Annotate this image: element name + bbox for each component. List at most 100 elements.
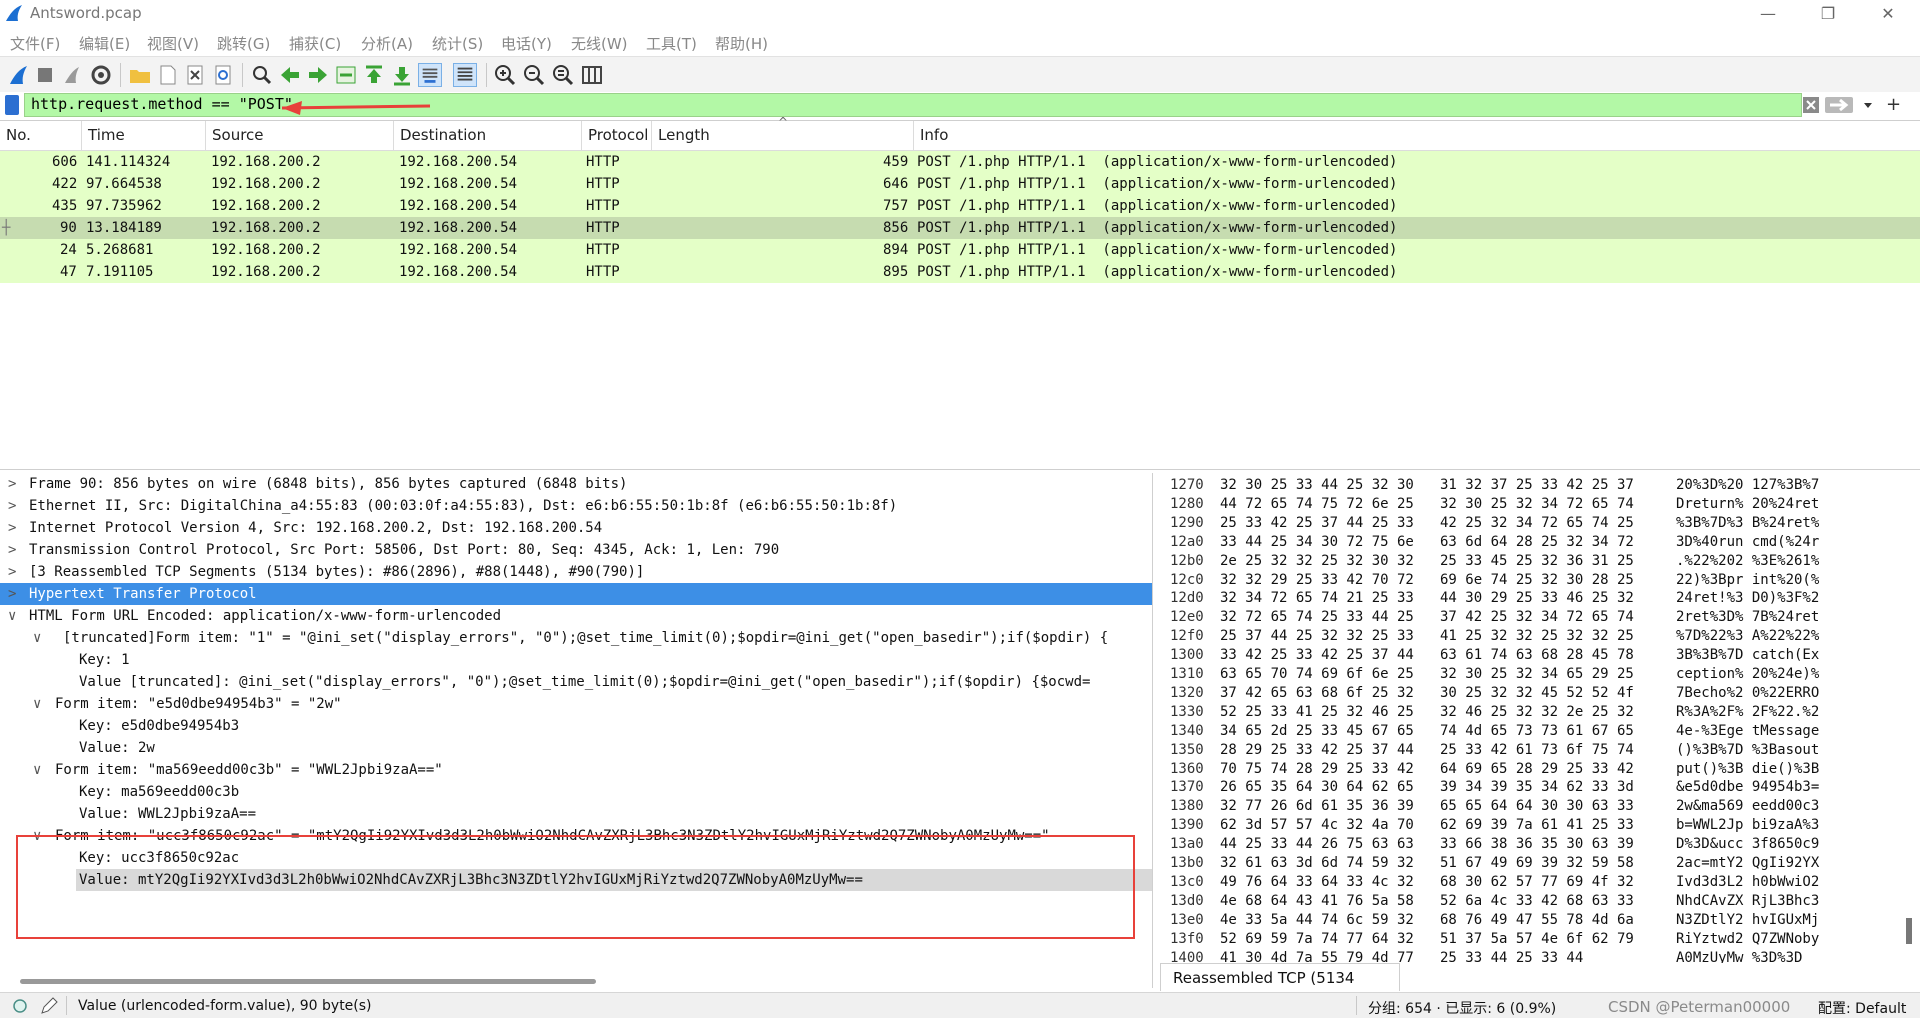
resize-columns-icon[interactable] xyxy=(580,63,604,87)
menu-tools[interactable]: 工具(T) xyxy=(646,33,697,54)
go-back-icon[interactable] xyxy=(278,63,302,87)
menu-analyze[interactable]: 分析(A) xyxy=(361,33,413,54)
last-packet-icon[interactable] xyxy=(390,63,414,87)
expand-arrow-icon[interactable]: > xyxy=(8,476,16,492)
hex-dump-row[interactable]: 1400 41 30 4d 7a 55 79 4d 77 25 33 44 25 3… xyxy=(1158,949,1920,964)
minimize-button[interactable]: — xyxy=(1748,2,1788,26)
expand-arrow-icon[interactable]: > xyxy=(8,520,16,536)
open-file-icon[interactable] xyxy=(128,63,152,87)
column-header-destination[interactable]: Destination xyxy=(394,121,582,150)
zoom-in-icon[interactable] xyxy=(493,63,517,87)
packet-row[interactable]: 24 5.268681 192.168.200.2 192.168.200.54… xyxy=(0,239,1920,261)
bytes-tab-reassembled-tcp[interactable]: Reassembled TCP (5134 bytes) xyxy=(1160,963,1400,1015)
tree-item-form-item-1[interactable]: ∨ [truncated]Form item: "1" = "@ini_set("… xyxy=(0,627,1152,649)
tree-item-form-item-3[interactable]: ∨ Form item: "ma569eedd00c3b" = "WWL2Jpbi… xyxy=(0,759,1152,781)
tree-item-frame[interactable]: > Frame 90: 856 bytes on wire (6848 bits)… xyxy=(0,473,1152,495)
colorize-icon[interactable] xyxy=(453,63,477,87)
hex-dump-row[interactable]: 12b0 2e 25 32 32 25 32 30 32 25 33 45 25 3… xyxy=(1158,552,1920,571)
hex-dump-row[interactable]: 1300 33 42 25 33 42 25 37 44 63 61 74 63 6… xyxy=(1158,646,1920,665)
menu-telephony[interactable]: 电话(Y) xyxy=(501,33,552,54)
hex-dump-row[interactable]: 1360 70 75 74 28 29 25 33 42 64 69 65 28 2… xyxy=(1158,760,1920,779)
menu-go[interactable]: 跳转(G) xyxy=(217,33,270,54)
menu-statistics[interactable]: 统计(S) xyxy=(432,33,483,54)
add-filter-button[interactable]: + xyxy=(1886,95,1901,115)
tree-item-reassembled[interactable]: > [3 Reassembled TCP Segments (5134 bytes… xyxy=(0,561,1152,583)
close-window-button[interactable]: ✕ xyxy=(1868,2,1908,26)
hex-dump-row[interactable]: 1310 63 65 70 74 69 6f 6e 25 32 30 25 32 3… xyxy=(1158,665,1920,684)
hex-dump-row[interactable]: 1330 52 25 33 41 25 32 46 25 32 46 25 32 3… xyxy=(1158,703,1920,722)
hex-dump-row[interactable]: 1280 44 72 65 74 75 72 6e 25 32 30 25 32 3… xyxy=(1158,495,1920,514)
hex-dump-row[interactable]: 1380 32 77 26 6d 61 35 36 39 65 65 64 64 3… xyxy=(1158,797,1920,816)
tree-item-value[interactable]: Value [truncated]: @ini_set("display_err… xyxy=(0,671,1152,693)
hex-dump-row[interactable]: 1350 28 29 25 33 42 25 37 44 25 33 42 61 7… xyxy=(1158,741,1920,760)
zoom-out-icon[interactable] xyxy=(522,63,546,87)
display-filter-input[interactable]: http.request.method == "POST" xyxy=(24,93,1802,117)
start-capture-icon[interactable] xyxy=(6,63,30,87)
go-forward-icon[interactable] xyxy=(306,63,330,87)
tree-item-key[interactable]: Key: e5d0dbe94954b3 xyxy=(0,715,1152,737)
hex-dump-row[interactable]: 1290 25 33 42 25 37 44 25 33 42 25 32 34 7… xyxy=(1158,514,1920,533)
column-header-info[interactable]: Info xyxy=(914,121,1920,150)
zoom-normal-icon[interactable] xyxy=(551,63,575,87)
expand-arrow-icon[interactable]: > xyxy=(8,586,16,602)
hex-dump-row[interactable]: 1370 26 65 35 64 30 64 62 65 39 34 39 35 3… xyxy=(1158,778,1920,797)
tree-item-tcp[interactable]: > Transmission Control Protocol, Src Port… xyxy=(0,539,1152,561)
maximize-button[interactable]: ❐ xyxy=(1808,2,1848,26)
first-packet-icon[interactable] xyxy=(362,63,386,87)
bytes-vertical-scrollbar[interactable] xyxy=(1906,918,1912,944)
tree-item-key[interactable]: Key: 1 xyxy=(0,649,1152,671)
menu-help[interactable]: 帮助(H) xyxy=(715,33,768,54)
filter-history-dropdown-icon[interactable] xyxy=(1861,95,1875,115)
reload-icon[interactable] xyxy=(211,63,235,87)
tree-item-ipv4[interactable]: > Internet Protocol Version 4, Src: 192.1… xyxy=(0,517,1152,539)
tree-item-value[interactable]: Value: 2w xyxy=(0,737,1152,759)
hex-dump-row[interactable]: 12d0 32 34 72 65 74 21 25 33 44 30 29 25 3… xyxy=(1158,589,1920,608)
capture-options-icon[interactable] xyxy=(89,63,113,87)
find-packet-icon[interactable] xyxy=(250,63,274,87)
tree-item-form-encoded[interactable]: ∨ HTML Form URL Encoded: application/x-ww… xyxy=(0,605,1152,627)
hex-dump-row[interactable]: 13d0 4e 68 64 43 41 76 5a 58 52 6a 4c 33 4… xyxy=(1158,892,1920,911)
hex-dump-row[interactable]: 1340 34 65 2d 25 33 45 67 65 74 4d 65 73 7… xyxy=(1158,722,1920,741)
expert-info-icon[interactable] xyxy=(12,998,28,1014)
collapse-arrow-icon[interactable]: ∨ xyxy=(33,762,41,778)
collapse-arrow-icon[interactable]: ∨ xyxy=(33,630,41,646)
column-header-source[interactable]: Source xyxy=(206,121,394,150)
menu-view[interactable]: 视图(V) xyxy=(147,33,199,54)
menu-wireless[interactable]: 无线(W) xyxy=(571,33,628,54)
packet-row[interactable]: 606 141.114324 192.168.200.2 192.168.200… xyxy=(0,151,1920,173)
stop-capture-icon[interactable] xyxy=(33,63,57,87)
packet-row[interactable]: 435 97.735962 192.168.200.2 192.168.200.… xyxy=(0,195,1920,217)
menu-file[interactable]: 文件(F) xyxy=(10,33,60,54)
expand-arrow-icon[interactable]: > xyxy=(8,498,16,514)
save-file-icon[interactable] xyxy=(156,63,180,87)
status-profile[interactable]: 配置: Default xyxy=(1818,998,1906,1018)
collapse-arrow-icon[interactable]: ∨ xyxy=(33,696,41,712)
clear-filter-icon[interactable] xyxy=(1802,95,1820,115)
tree-item-http[interactable]: > Hypertext Transfer Protocol xyxy=(0,583,1152,605)
expand-arrow-icon[interactable]: > xyxy=(8,564,16,580)
hex-dump-row[interactable]: 1320 37 42 65 63 68 6f 25 32 30 25 32 32 4… xyxy=(1158,684,1920,703)
hex-dump-row[interactable]: 13f0 52 69 59 7a 74 77 64 32 51 37 5a 57 4… xyxy=(1158,930,1920,949)
close-file-icon[interactable] xyxy=(183,63,207,87)
collapse-arrow-icon[interactable]: ∨ xyxy=(8,608,16,624)
hex-dump-row[interactable]: 12f0 25 37 44 25 32 32 25 33 41 25 32 32 2… xyxy=(1158,627,1920,646)
hex-dump-row[interactable]: 13b0 32 61 63 3d 6d 74 59 32 51 67 49 69 3… xyxy=(1158,854,1920,873)
hex-dump-row[interactable]: 1270 32 30 25 33 44 25 32 30 31 32 37 25 3… xyxy=(1158,476,1920,495)
column-header-time[interactable]: Time xyxy=(82,121,206,150)
hex-dump-row[interactable]: 12a0 33 44 25 34 30 72 75 6e 63 6d 64 28 2… xyxy=(1158,533,1920,552)
packet-row-selected[interactable]: ┼ 90 13.184189 192.168.200.2 192.168.200… xyxy=(0,217,1920,239)
tree-item-ethernet[interactable]: > Ethernet II, Src: DigitalChina_a4:55:83… xyxy=(0,495,1152,517)
menu-capture[interactable]: 捕获(C) xyxy=(289,33,341,54)
menu-edit[interactable]: 编辑(E) xyxy=(79,33,130,54)
restart-capture-icon[interactable] xyxy=(60,63,84,87)
hex-dump-row[interactable]: 12e0 32 72 65 74 25 33 44 25 37 42 25 32 3… xyxy=(1158,608,1920,627)
hex-dump-row[interactable]: 12c0 32 32 29 25 33 42 70 72 69 6e 74 25 3… xyxy=(1158,571,1920,590)
tree-item-key[interactable]: Key: ma569eedd00c3b xyxy=(0,781,1152,803)
edit-comment-icon[interactable] xyxy=(40,997,58,1015)
go-to-packet-icon[interactable] xyxy=(334,63,358,87)
apply-filter-icon[interactable] xyxy=(1824,95,1854,115)
hex-dump-row[interactable]: 13e0 4e 33 5a 44 74 6c 59 32 68 76 49 47 5… xyxy=(1158,911,1920,930)
details-horizontal-scrollbar[interactable] xyxy=(20,979,596,984)
filter-bookmark-icon[interactable] xyxy=(5,95,19,115)
expand-arrow-icon[interactable]: > xyxy=(8,542,16,558)
